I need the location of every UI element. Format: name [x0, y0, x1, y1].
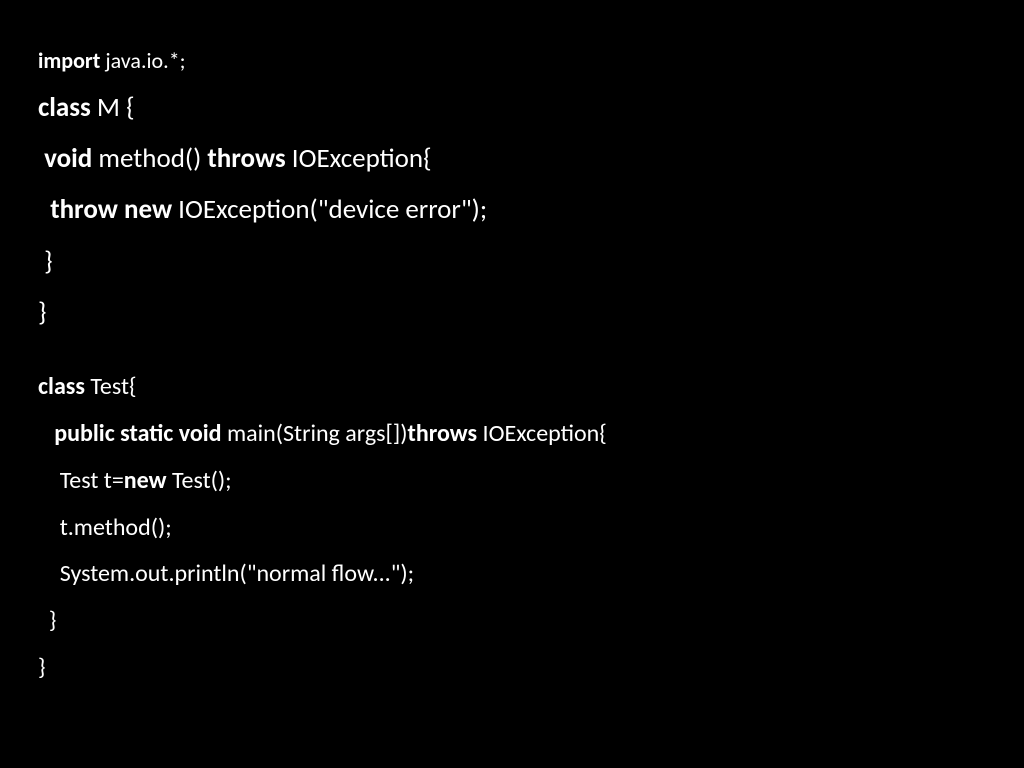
code-text: } — [38, 296, 47, 329]
code-text: } — [38, 653, 46, 682]
code-block-2: class Test{ public static void main(Stri… — [38, 364, 986, 692]
code-line: import java.io.*; — [38, 40, 986, 82]
keyword: public static void — [38, 419, 222, 448]
code-text: java.io.*; — [100, 47, 185, 74]
keyword: void — [38, 142, 92, 175]
code-text: t.method(); — [38, 513, 172, 542]
code-line: void method() throws IOException{ — [38, 133, 986, 184]
code-text: M { — [91, 91, 135, 124]
keyword: throws — [408, 419, 478, 448]
code-line: } — [38, 236, 986, 287]
code-text: Test(); — [167, 466, 232, 495]
code-text: IOException{ — [477, 419, 607, 448]
code-line: t.method(); — [38, 505, 986, 552]
code-text: method() — [92, 142, 207, 175]
keyword: throws — [207, 142, 285, 175]
keyword: class — [38, 372, 85, 401]
keyword: throw new — [38, 193, 172, 226]
code-line: class M { — [38, 82, 986, 133]
code-line: public static void main(String args[])th… — [38, 411, 986, 458]
code-block-1: import java.io.*; class M { void method(… — [38, 40, 986, 338]
code-text: } — [38, 245, 53, 278]
code-line: } — [38, 598, 986, 645]
code-line: throw new IOException("device error"); — [38, 184, 986, 235]
keyword: import — [38, 47, 100, 74]
code-line: Test t=new Test(); — [38, 458, 986, 505]
code-text: main(String args[]) — [222, 419, 408, 448]
code-text: Test t= — [38, 466, 124, 495]
code-text: } — [38, 606, 56, 635]
code-line: } — [38, 645, 986, 692]
code-line: System.out.println("normal flow..."); — [38, 551, 986, 598]
keyword: class — [38, 91, 91, 124]
code-text: System.out.println("normal flow..."); — [38, 559, 414, 588]
code-text: IOException("device error"); — [172, 193, 487, 226]
code-text: Test{ — [85, 372, 137, 401]
code-line: class Test{ — [38, 364, 986, 411]
code-line: } — [38, 287, 986, 338]
code-slide: import java.io.*; class M { void method(… — [0, 0, 1024, 732]
keyword: new — [124, 466, 167, 495]
code-text: IOException{ — [286, 142, 432, 175]
